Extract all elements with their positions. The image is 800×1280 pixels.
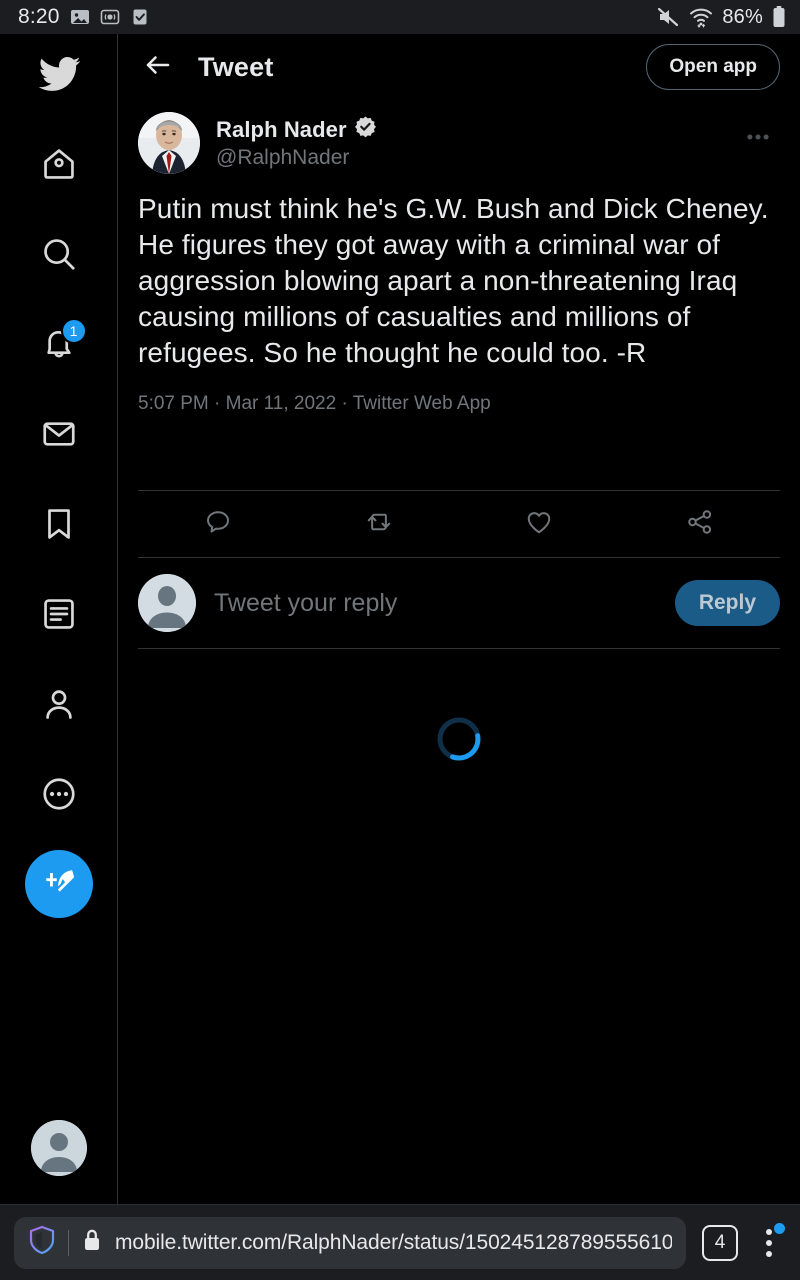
- avatar[interactable]: [138, 112, 200, 174]
- image-icon: [70, 7, 90, 27]
- author-display-name: Ralph Nader: [216, 116, 347, 142]
- tweet-author-row: Ralph Nader @RalphNader: [138, 100, 780, 174]
- sidebar-item-bookmarks[interactable]: [23, 490, 95, 562]
- compose-tweet-icon: [41, 864, 77, 905]
- comment-icon: [203, 507, 233, 542]
- volume-muted-icon: [656, 5, 680, 29]
- back-arrow-icon: [143, 50, 173, 85]
- sidebar-item-more[interactable]: [23, 760, 95, 832]
- reply-composer: Tweet your reply Reply: [138, 558, 780, 648]
- twitter-bird-logo: [37, 52, 81, 101]
- reply-input[interactable]: Tweet your reply: [214, 589, 675, 618]
- back-button[interactable]: [136, 45, 180, 89]
- tab-count-button[interactable]: 4: [702, 1224, 738, 1261]
- retweet-action-button[interactable]: [299, 491, 460, 557]
- default-avatar-icon: [31, 1120, 87, 1176]
- replies-loading-area: [118, 649, 800, 829]
- tweet-header-bar: Tweet Open app: [118, 34, 800, 100]
- author-handle: @RalphNader: [216, 146, 350, 169]
- sidebar-item-lists[interactable]: [23, 580, 95, 652]
- sidebar-account-avatar[interactable]: [31, 1120, 87, 1176]
- screen: 8:20 86% 1 Tweet Open app Ralph Nader @R…: [0, 0, 800, 1280]
- mail-icon: [40, 415, 78, 458]
- tweet-detail-pane: Tweet Open app Ralph Nader @RalphNader P…: [118, 34, 800, 1204]
- search-icon: [40, 235, 78, 278]
- page-title: Tweet: [198, 51, 274, 82]
- status-bar-clock: 8:20: [18, 5, 60, 28]
- tweet-more-button[interactable]: [736, 112, 780, 156]
- url-text[interactable]: mobile.twitter.com/RalphNader/status/150…: [115, 1231, 672, 1255]
- ralph-nader-avatar: [138, 112, 200, 174]
- reply-action-button[interactable]: [138, 491, 299, 557]
- brave-shield-icon[interactable]: [28, 1225, 56, 1260]
- more-circle-icon: [40, 775, 78, 818]
- heart-icon: [524, 507, 554, 542]
- lock-icon: [81, 1227, 103, 1258]
- menu-update-badge: [774, 1222, 785, 1234]
- default-avatar-icon: [138, 574, 196, 632]
- screen-record-icon: [100, 7, 120, 27]
- reply-submit-button[interactable]: Reply: [674, 580, 780, 626]
- status-bar-left: 8:20: [18, 5, 150, 29]
- status-bar: 8:20 86%: [0, 0, 800, 34]
- url-divider: [68, 1229, 69, 1256]
- reply-avatar[interactable]: [138, 574, 196, 632]
- twitter-logo-button[interactable]: [23, 40, 95, 112]
- verified-badge-icon: [354, 115, 377, 144]
- sidebar-item-home[interactable]: [23, 130, 95, 202]
- sidebar-item-messages[interactable]: [23, 400, 95, 472]
- tweet-text: Putin must think he's G.W. Bush and Dick…: [138, 193, 769, 368]
- sidebar-item-explore[interactable]: [23, 220, 95, 292]
- loading-spinner-icon: [434, 714, 484, 764]
- left-sidebar: 1: [0, 34, 118, 1204]
- share-icon: [685, 507, 715, 542]
- menu-dot: [766, 1228, 772, 1235]
- open-app-button[interactable]: Open app: [646, 44, 780, 90]
- author-names: Ralph Nader @RalphNader: [216, 112, 377, 170]
- retweet-icon: [364, 507, 394, 542]
- reply-composer-wrap: Tweet your reply Reply: [138, 558, 780, 649]
- more-horizontal-icon: [743, 122, 773, 157]
- list-icon: [40, 595, 78, 638]
- menu-dot: [766, 1250, 772, 1257]
- status-bar-right: 86%: [656, 5, 786, 29]
- share-action-button[interactable]: [620, 491, 781, 557]
- bookmark-icon: [40, 505, 78, 548]
- checkbox-icon: [130, 7, 150, 27]
- sidebar-item-profile[interactable]: [23, 670, 95, 742]
- tweet-action-bar: [138, 490, 780, 558]
- battery-icon: [772, 5, 786, 29]
- overflow-menu-button[interactable]: [756, 1222, 785, 1263]
- menu-dot: [766, 1239, 772, 1246]
- notifications-badge: 1: [60, 318, 87, 344]
- browser-bottom-bar: mobile.twitter.com/RalphNader/status/150…: [0, 1204, 800, 1280]
- tweet-timestamp: 5:07 PM · Mar 11, 2022 · Twitter Web App: [138, 393, 491, 414]
- compose-tweet-button[interactable]: [24, 850, 93, 918]
- home-icon: [40, 145, 78, 188]
- person-icon: [40, 685, 78, 728]
- battery-percent: 86%: [722, 5, 763, 28]
- url-bar[interactable]: mobile.twitter.com/RalphNader/status/150…: [14, 1216, 686, 1269]
- sidebar-item-notifications[interactable]: 1: [23, 310, 95, 382]
- author-display-name-row: Ralph Nader: [216, 115, 377, 144]
- wifi-icon: [689, 6, 713, 28]
- tweet-card: Ralph Nader @RalphNader Putin must think…: [118, 100, 800, 649]
- like-action-button[interactable]: [459, 491, 620, 557]
